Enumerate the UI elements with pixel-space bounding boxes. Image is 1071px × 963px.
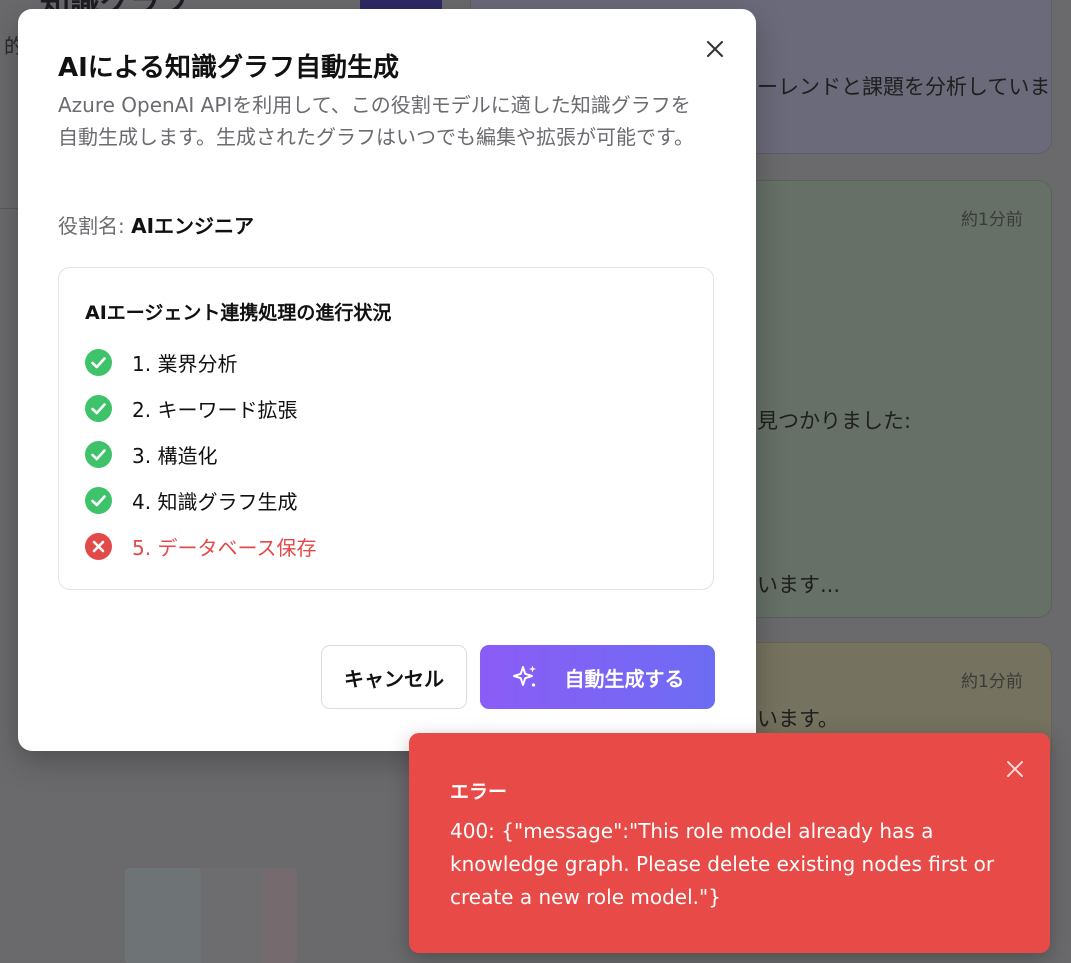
check-circle-icon [85, 440, 112, 468]
check-circle-icon [85, 486, 112, 514]
cancel-button[interactable]: キャンセル [321, 645, 467, 709]
dialog-description: Azure OpenAI APIを利用して、この役割モデルに適した知識グラフを自… [58, 93, 694, 149]
progress-step-label: 3. 構造化 [132, 443, 218, 468]
background-card-text: 見つかりました: [757, 409, 912, 433]
progress-step-graph-generation: 4. 知識グラフ生成 [85, 485, 297, 515]
background-card-text: います... [757, 573, 841, 597]
close-icon[interactable] [1003, 757, 1027, 781]
role-name-value: AIエンジニア [131, 214, 255, 238]
background-card-time: 約1分前 [961, 672, 1023, 692]
progress-step-structuring: 3. 構造化 [85, 439, 217, 469]
progress-step-industry-analysis: 1. 業界分析 [85, 347, 237, 377]
progress-title: AIエージェント連携処理の進行状況 [85, 302, 392, 324]
auto-generate-button[interactable]: 自動生成する [480, 645, 715, 709]
close-icon[interactable] [701, 35, 729, 63]
error-circle-icon [85, 532, 112, 560]
role-name: 役割名: AIエンジニア [58, 210, 254, 239]
progress-step-database-save: 5. データベース保存 [85, 531, 316, 561]
check-circle-icon [85, 394, 112, 422]
progress-step-label: 1. 業界分析 [132, 351, 238, 376]
role-name-label: 役割名: [58, 214, 132, 238]
progress-step-label: 2. キーワード拡張 [132, 397, 298, 422]
progress-panel: AIエージェント連携処理の進行状況 1. 業界分析 2. キーワード拡張 3. … [58, 267, 714, 590]
auto-generate-dialog: AIによる知識グラフ自動生成 Azure OpenAI APIを利用して、この役… [18, 9, 756, 751]
sparkles-icon [511, 663, 539, 691]
error-toast: エラー 400: {"message":"This role model alr… [409, 733, 1050, 953]
background-card-time: 約1分前 [961, 210, 1023, 230]
progress-step-label: 5. データベース保存 [132, 535, 317, 560]
toast-message: 400: {"message":"This role model already… [450, 819, 995, 909]
progress-step-label: 4. 知識グラフ生成 [132, 489, 298, 514]
check-circle-icon [85, 348, 112, 376]
toast-title: エラー [450, 781, 508, 803]
background-card-text: います。 [757, 707, 839, 731]
background-illustration [125, 868, 297, 963]
auto-generate-button-label: 自動生成する [564, 666, 685, 691]
dialog-title: AIによる知識グラフ自動生成 [58, 53, 400, 83]
progress-step-keyword-expansion: 2. キーワード拡張 [85, 393, 297, 423]
cancel-button-label: キャンセル [344, 666, 444, 691]
background-card-text: ーレンドと課題を分析していま [757, 75, 1051, 99]
